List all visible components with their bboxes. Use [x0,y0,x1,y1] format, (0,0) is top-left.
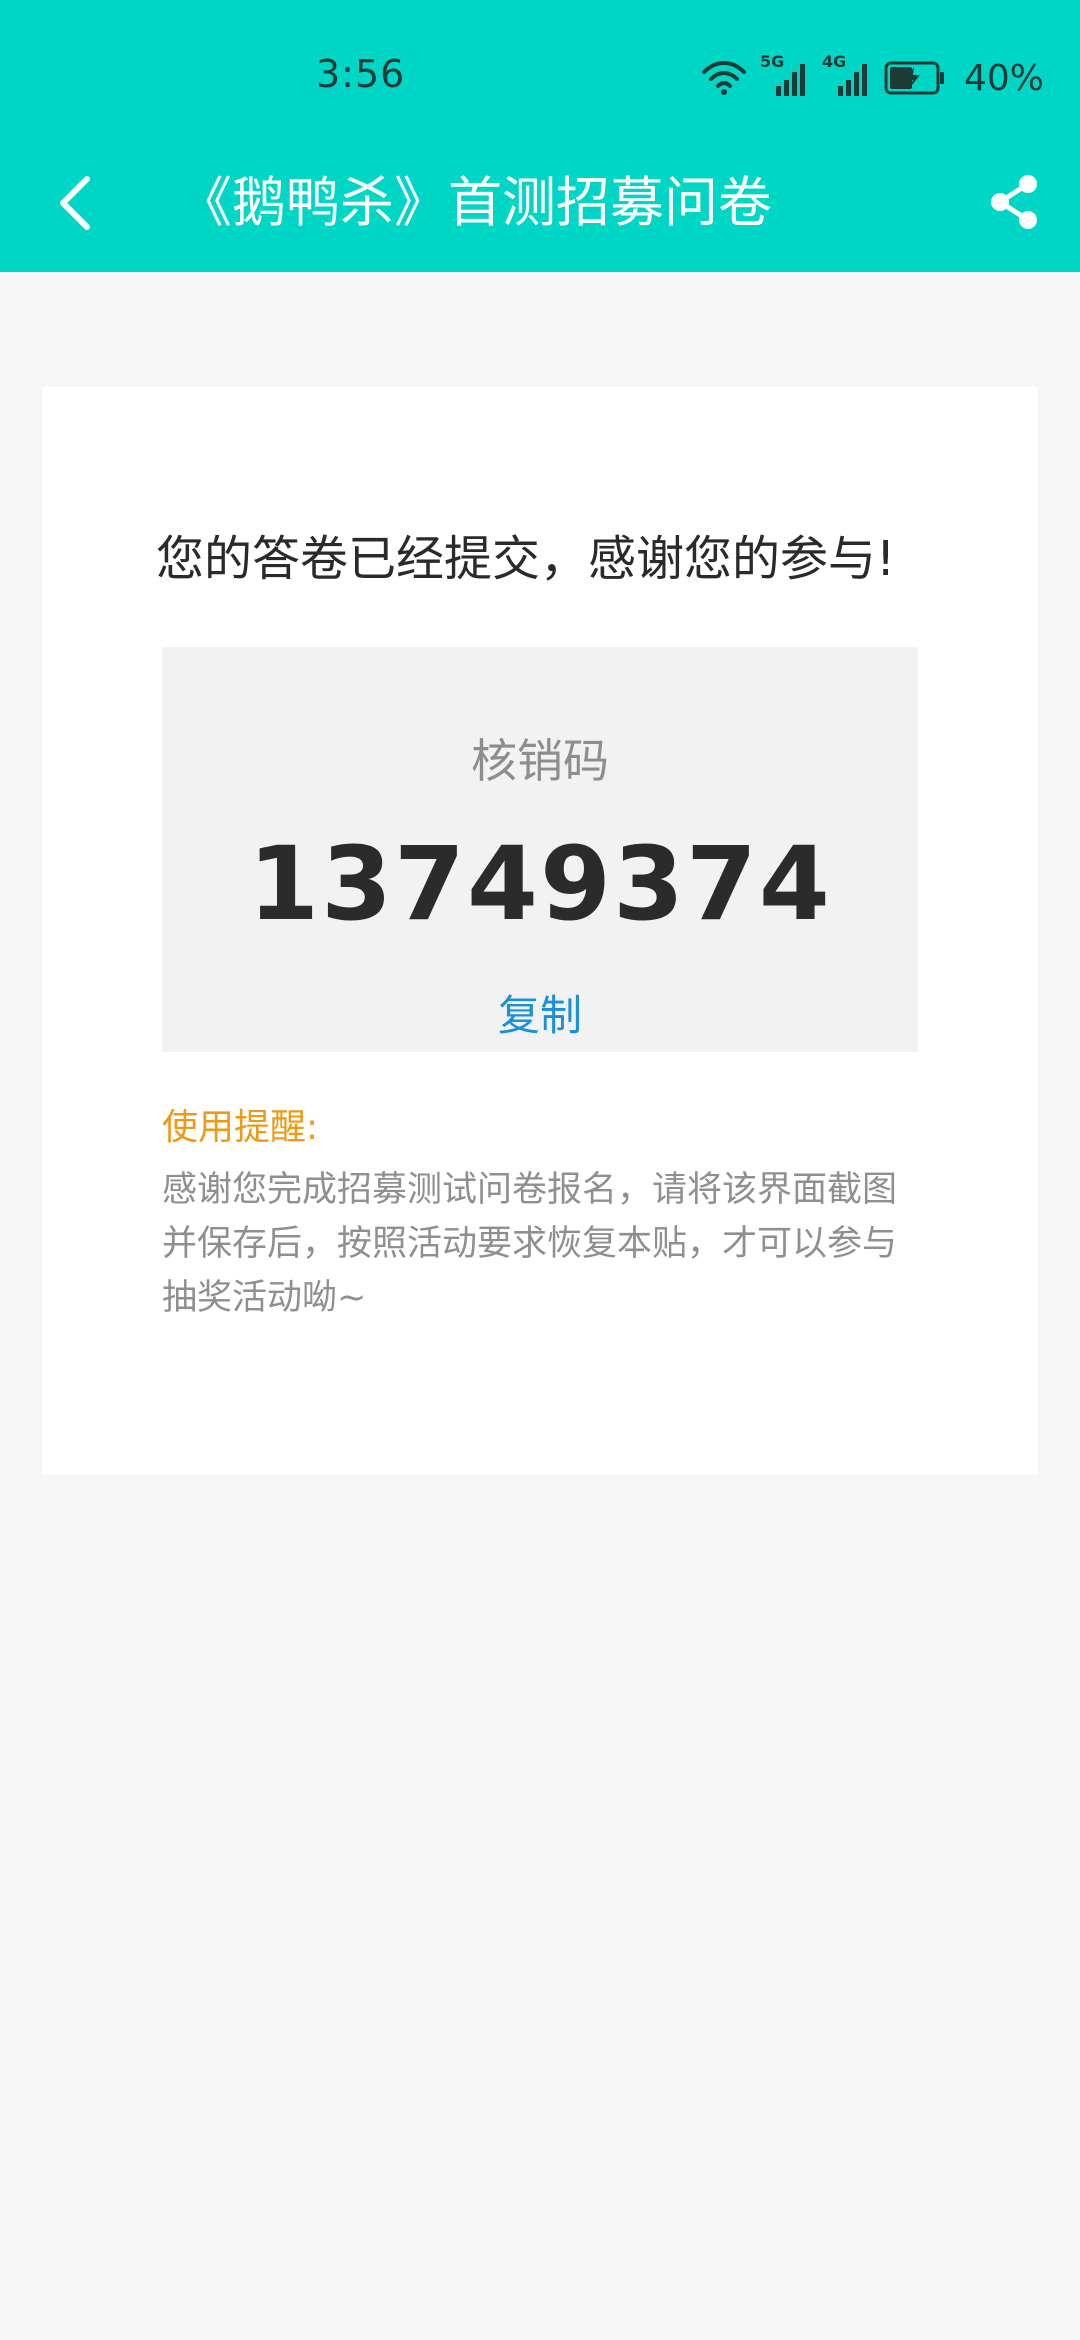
code-label: 核销码 [471,734,609,788]
status-time: 3:56 [316,52,406,96]
reminder-title: 使用提醒: [162,1107,319,1148]
status-bar: 3:56 5G 4G 40% [0,0,1080,150]
page-title: 《鹅鸭杀》首测招募问卷 [178,171,772,234]
copy-button[interactable]: 复制 [162,987,918,1045]
share-button[interactable] [974,164,1054,244]
signal-5g-icon: 5G [760,52,808,98]
result-card: 您的答卷已经提交，感谢您的参与! 核销码 13749374 复制 使用提醒: 感… [42,387,1038,1475]
verification-code: 13749374 [248,825,832,944]
reminder-body: 感谢您完成招募测试问卷报名，请将该界面截图并保存后，按照活动要求恢复本贴，才可以… [162,1170,898,1318]
nav-bar: 《鹅鸭杀》首测招募问卷 [0,150,1080,272]
battery-icon [884,61,946,95]
signal-4g-icon: 4G [822,52,870,98]
success-message: 您的答卷已经提交，感谢您的参与! [156,531,896,587]
chevron-left-icon [55,175,95,235]
share-icon [986,172,1042,236]
verification-code-box: 核销码 13749374 复制 [162,647,918,1052]
top-bar: 3:56 5G 4G 40% 《鹅鸭杀》首测招募问卷 [0,0,1080,272]
wifi-icon [701,60,746,96]
back-button[interactable] [40,170,110,240]
battery-percent: 40% [963,57,1044,99]
status-icons: 5G 4G 40% [701,52,1044,100]
